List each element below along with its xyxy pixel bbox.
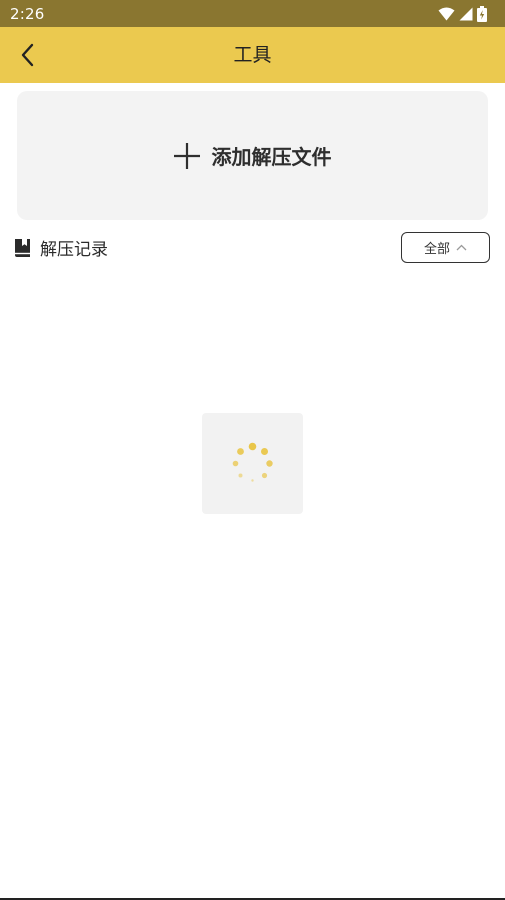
- wifi-icon: [438, 7, 455, 20]
- records-header: 解压记录 全部: [14, 232, 490, 263]
- page-title: 工具: [233, 44, 272, 66]
- status-bar: 2:26: [0, 0, 505, 27]
- battery-icon: [477, 5, 487, 22]
- chevron-up-icon: [456, 244, 467, 251]
- status-icons: [438, 5, 487, 22]
- screen: 2:26 工具 添加解压文件 解压记录 全部: [0, 0, 505, 900]
- loading-indicator: [202, 413, 303, 514]
- filter-label: 全部: [423, 242, 450, 257]
- bookmark-book-icon: [15, 238, 30, 257]
- add-file-button[interactable]: 添加解压文件: [17, 91, 488, 220]
- signal-icon: [459, 7, 473, 20]
- plus-icon: [173, 142, 200, 169]
- status-time: 2:26: [10, 4, 45, 23]
- add-file-label: 添加解压文件: [211, 145, 332, 169]
- app-bar: 工具: [0, 27, 505, 83]
- loading-spinner-icon: [232, 442, 273, 482]
- records-title: 解压记录: [40, 240, 108, 260]
- filter-dropdown[interactable]: 全部: [401, 232, 490, 263]
